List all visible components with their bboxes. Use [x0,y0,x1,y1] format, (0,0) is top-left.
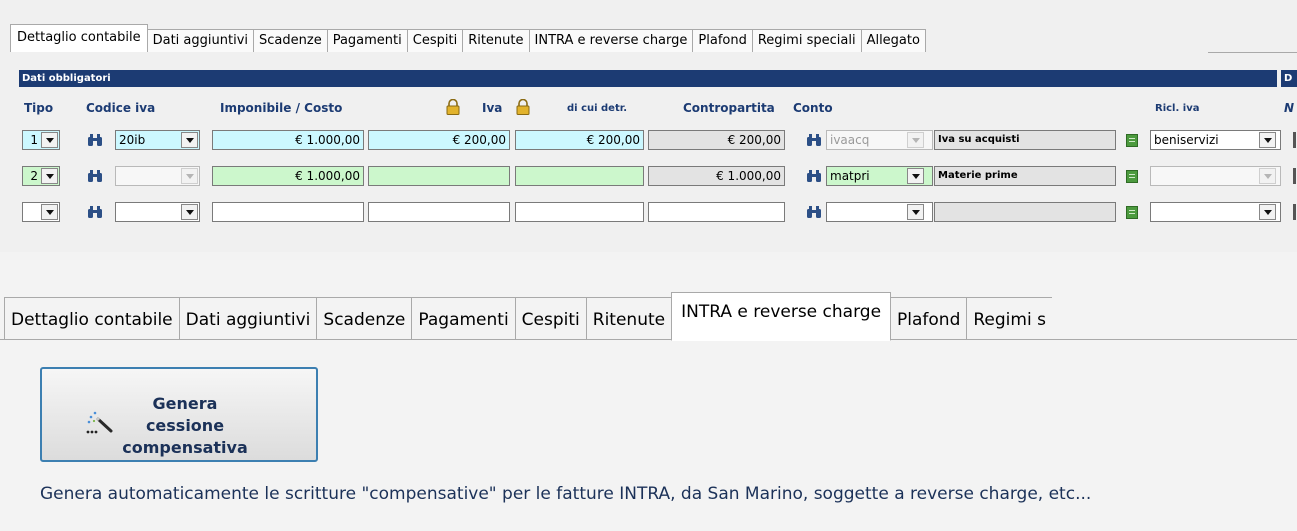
bottom-tab-strip: Dettaglio contabile Dati aggiuntivi Scad… [4,292,1052,341]
column-stub [1293,204,1296,220]
top-tab-strip: Dettaglio contabile Dati aggiuntivi Scad… [10,24,926,52]
binoculars-icon[interactable] [87,133,103,147]
tab-scadenze[interactable]: Scadenze [253,29,328,52]
iva-field[interactable] [368,166,510,186]
tab-pagamenti[interactable]: Pagamenti [326,29,408,52]
notes-icon[interactable] [1126,134,1138,147]
button-label-line-2: compensativa [122,438,248,457]
conto-dropdown[interactable] [907,204,924,220]
contropartita-field[interactable] [648,202,785,222]
ricl-iva-dropdown[interactable] [1259,204,1276,220]
tab-allegato[interactable]: Allegato [860,29,926,52]
col-header-di-cui-detr: di cui detr. [567,103,628,114]
codice-iva-dropdown[interactable] [181,132,198,148]
tab-scadenze[interactable]: Scadenze [316,297,413,340]
col-header-conto: Conto [793,101,833,115]
col-header-iva: Iva [482,101,503,115]
ricl-iva-dropdown[interactable] [1259,168,1276,184]
tab-dettaglio-contabile[interactable]: Dettaglio contabile [4,297,180,340]
button-label-line-1: Genera cessione [145,394,225,435]
tab-cespiti[interactable]: Cespiti [514,297,587,340]
contropartita-field: € 200,00 [648,130,785,150]
imponibile-field[interactable]: € 1.000,00 [212,130,364,150]
tab-plafond[interactable]: Plafond [692,29,753,52]
tab-regimi-speciali[interactable]: Regimi speciali [751,29,862,52]
tab-ritenute[interactable]: Ritenute [462,29,530,52]
detr-field[interactable] [515,202,644,222]
col-header-contropartita: Contropartita [683,101,775,115]
tab-dati-aggiuntivi[interactable]: Dati aggiuntivi [178,297,318,340]
tab-intra-reverse-charge[interactable]: INTRA e reverse charge [671,292,892,341]
imponibile-field[interactable]: € 1.000,00 [212,166,364,186]
binoculars-icon[interactable] [806,133,822,147]
conto-description: Iva su acquisti [934,130,1116,150]
accounting-detail-panel: Dettaglio contabile Dati aggiuntivi Scad… [0,0,1297,252]
lock-icon[interactable] [516,99,530,115]
magic-wand-icon [86,411,113,434]
tab-strip-baseline [1208,52,1297,53]
binoculars-icon[interactable] [87,169,103,183]
tab-ritenute[interactable]: Ritenute [585,297,673,340]
codice-iva-dropdown[interactable] [181,168,198,184]
tab-strip-baseline [0,339,1297,340]
iva-field[interactable]: € 200,00 [368,130,510,150]
detr-field[interactable] [515,166,644,186]
notes-icon[interactable] [1126,206,1138,219]
column-stub [1293,132,1296,148]
tab-dettaglio-contabile[interactable]: Dettaglio contabile [10,24,148,52]
conto-description: Materie prime [934,166,1116,186]
lock-icon[interactable] [446,99,460,115]
contropartita-field: € 1.000,00 [648,166,785,186]
tab-cespiti[interactable]: Cespiti [406,29,464,52]
section-header-right-stub: D [1281,70,1297,87]
col-header-imponibile: Imponibile / Costo [220,101,343,115]
conto-dropdown[interactable] [907,168,924,184]
binoculars-icon[interactable] [87,205,103,219]
col-header-ricl-iva: Ricl. iva [1155,103,1200,114]
tipo-dropdown[interactable] [41,204,58,220]
section-header-dati-obbligatori: Dati obbligatori [19,70,1277,87]
button-label: Genera cessione compensativa [120,393,250,459]
binoculars-icon[interactable] [806,169,822,183]
tab-pagamenti[interactable]: Pagamenti [411,297,516,340]
codice-iva-dropdown[interactable] [181,204,198,220]
imponibile-field[interactable] [212,202,364,222]
tab-intra-reverse-charge[interactable]: INTRA e reverse charge [528,29,694,52]
detr-field[interactable]: € 200,00 [515,130,644,150]
col-header-codice-iva: Codice iva [86,101,156,115]
genera-cessione-compensativa-button[interactable]: Genera cessione compensativa [40,367,318,462]
ricl-iva-dropdown[interactable] [1259,132,1276,148]
binoculars-icon[interactable] [806,205,822,219]
conto-dropdown[interactable] [907,132,924,148]
conto-description [934,202,1116,222]
col-header-extra: N [1284,101,1295,115]
column-stub [1293,168,1296,184]
notes-icon[interactable] [1126,170,1138,183]
col-header-tipo: Tipo [24,101,54,115]
tab-plafond[interactable]: Plafond [890,297,968,340]
tab-dati-aggiuntivi[interactable]: Dati aggiuntivi [146,29,255,52]
tab-regimi-speciali[interactable]: Regimi s [966,297,1052,340]
tipo-dropdown[interactable] [41,132,58,148]
iva-field[interactable] [368,202,510,222]
tipo-dropdown[interactable] [41,168,58,184]
description-text: Genera automaticamente le scritture "com… [40,484,1092,504]
